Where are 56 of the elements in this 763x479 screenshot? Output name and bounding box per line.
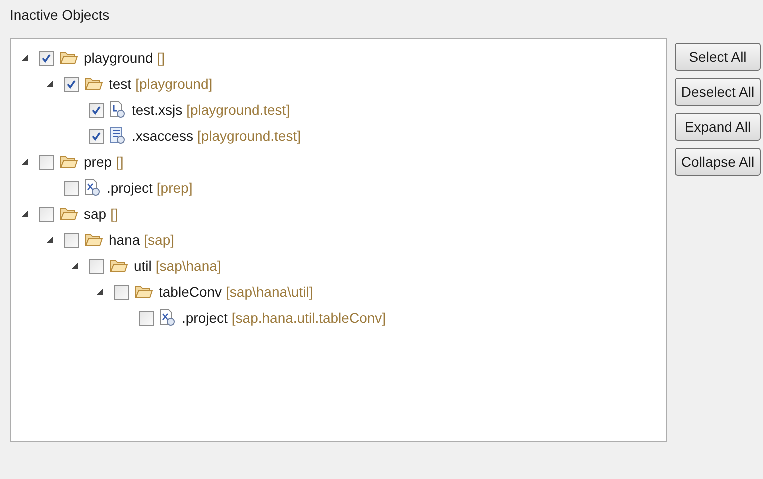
item-name: prep: [84, 152, 112, 172]
folder-icon: [60, 51, 78, 65]
expanded-triangle-icon[interactable]: [21, 158, 29, 166]
item-path: []: [116, 152, 124, 172]
expanded-triangle-icon[interactable]: [46, 80, 54, 88]
file-icon: [110, 127, 126, 145]
tree-action-button[interactable]: Select All: [675, 43, 761, 71]
item-path: [playground]: [136, 74, 213, 94]
tree-action-button[interactable]: Expand All: [675, 113, 761, 141]
item-name: util: [134, 256, 152, 276]
folder-icon: [60, 155, 78, 169]
file-icon: [85, 179, 101, 197]
checkbox[interactable]: [89, 258, 104, 274]
expanded-triangle-icon[interactable]: [71, 262, 79, 270]
section-title: Inactive Objects: [10, 6, 110, 25]
item-path: [sap]: [144, 230, 175, 250]
tree-action-button[interactable]: Deselect All: [675, 78, 761, 106]
folder-icon: [85, 233, 103, 247]
checkbox[interactable]: [139, 310, 154, 326]
item-path: []: [157, 48, 166, 68]
item-path: [prep]: [156, 178, 193, 198]
item-name: test: [109, 74, 132, 94]
item-name: hana: [109, 230, 140, 250]
folder-icon: [85, 77, 103, 91]
item-path: [sap\hana]: [156, 256, 222, 276]
item-name: playground: [84, 48, 154, 68]
checkbox[interactable]: [64, 232, 79, 248]
checkbox[interactable]: [64, 180, 79, 196]
folder-icon: [110, 259, 128, 273]
expanded-triangle-icon[interactable]: [96, 288, 104, 296]
checkbox[interactable]: [39, 154, 54, 170]
checkbox[interactable]: [89, 128, 104, 144]
expanded-triangle-icon[interactable]: [46, 236, 54, 244]
checkbox[interactable]: [114, 284, 129, 300]
checkbox[interactable]: [64, 76, 79, 92]
file-icon: [160, 309, 176, 327]
item-name: tableConv: [159, 282, 222, 302]
folder-icon: [60, 207, 78, 221]
folder-icon: [135, 285, 153, 299]
checkbox[interactable]: [89, 102, 104, 118]
item-name: .xsaccess: [132, 126, 194, 146]
expanded-triangle-icon[interactable]: [21, 54, 29, 62]
checkbox[interactable]: [39, 206, 54, 222]
item-path: [playground.test]: [186, 100, 290, 120]
item-path: [sap.hana.util.tableConv]: [232, 308, 386, 328]
item-path: [sap\hana\util]: [226, 282, 314, 302]
tree-action-button[interactable]: Collapse All: [675, 148, 761, 176]
expanded-triangle-icon[interactable]: [21, 210, 29, 218]
item-name: test.xsjs: [132, 100, 183, 120]
item-path: [playground.test]: [197, 126, 301, 146]
item-name: .project: [107, 178, 153, 198]
item-name: .project: [182, 308, 228, 328]
item-path: []: [110, 204, 118, 224]
file-icon: [110, 101, 126, 119]
item-name: sap: [84, 204, 107, 224]
checkbox[interactable]: [39, 50, 54, 66]
